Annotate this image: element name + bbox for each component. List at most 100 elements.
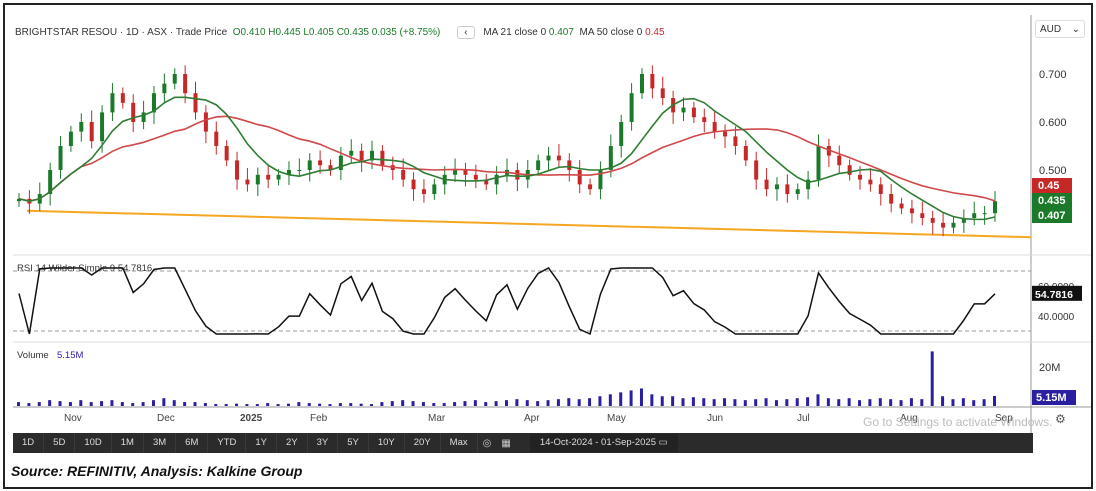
candle-body <box>930 218 935 223</box>
time-tick-label: 2025 <box>240 413 263 424</box>
volume-bar <box>100 401 104 406</box>
volume-bar <box>401 400 405 406</box>
period-button-3m[interactable]: 3M <box>144 433 177 453</box>
volume-bar <box>89 402 93 406</box>
candle-body <box>556 155 561 161</box>
ma21-line <box>18 96 996 221</box>
volume-bar <box>120 402 124 406</box>
interval: 1D <box>125 27 139 38</box>
candle-body <box>754 160 759 180</box>
time-tick-label: May <box>607 413 626 424</box>
volume-bar <box>515 399 519 406</box>
currency-value: AUD <box>1040 24 1062 35</box>
candle-body <box>203 112 208 132</box>
candle-body <box>993 201 997 214</box>
volume-bar <box>868 399 872 406</box>
volume-bar <box>484 402 488 406</box>
time-tick-label: Feb <box>310 413 328 424</box>
candle-body <box>619 122 624 146</box>
volume-bar <box>972 400 976 406</box>
period-button-5d[interactable]: 5D <box>44 433 76 453</box>
candle-body <box>795 189 800 194</box>
period-button-10d[interactable]: 10D <box>75 433 112 453</box>
period-button-max[interactable]: Max <box>441 433 478 453</box>
rsi-tick-label: 40.0000 <box>1038 312 1075 323</box>
volume-bar <box>224 404 228 406</box>
candle-body <box>411 179 416 190</box>
table-icon[interactable]: ▦ <box>496 438 515 449</box>
currency-select[interactable]: AUD ⌄ <box>1035 20 1085 38</box>
period-button-5y[interactable]: 5Y <box>338 433 369 453</box>
candle-body <box>712 122 717 132</box>
period-button-1d[interactable]: 1D <box>13 433 45 453</box>
candle-body <box>183 74 188 94</box>
volume-bar <box>463 401 467 406</box>
volume-bar <box>629 390 633 406</box>
candle-body <box>837 155 842 166</box>
volume-bar <box>183 402 187 406</box>
volume-bar <box>930 351 934 406</box>
candle-body <box>494 174 499 185</box>
rsi-value-label: 54.7816 <box>1035 289 1073 301</box>
volume-bar <box>961 398 965 406</box>
period-button-2y[interactable]: 2Y <box>277 433 308 453</box>
volume-bar <box>619 392 623 406</box>
period-button-3y[interactable]: 3Y <box>308 433 339 453</box>
chevron-left-icon[interactable]: ‹ <box>457 26 475 39</box>
volume-bar <box>307 403 311 406</box>
period-button-10y[interactable]: 10Y <box>369 433 405 453</box>
volume-bar <box>650 394 654 406</box>
candle-body <box>878 184 883 194</box>
volume-bar <box>951 399 955 406</box>
volume-bar <box>214 404 218 406</box>
volume-bar <box>878 398 882 406</box>
candle-body <box>318 160 323 166</box>
volume-bar <box>58 401 62 406</box>
volume-bar <box>245 404 249 406</box>
candle-body <box>214 131 219 146</box>
candle-body <box>349 150 354 156</box>
volume-bar <box>608 394 612 406</box>
candle-body <box>68 131 73 146</box>
settings-icon[interactable]: ⚙ <box>1055 412 1066 426</box>
candle-body <box>816 146 821 180</box>
activation-watermark: Go to Settings to activate Windows. <box>863 415 1053 429</box>
high-value: H0.445 <box>268 27 301 38</box>
candle-body <box>79 122 84 132</box>
time-tick-label: Dec <box>157 413 175 424</box>
volume-bar <box>349 403 353 406</box>
rsi-label: RSI 14 Wilder Simple 9 54.7816 <box>17 263 152 274</box>
candle-body <box>743 146 748 161</box>
candle-body <box>276 174 281 180</box>
ma50-label: MA 50 close 0 <box>579 27 643 38</box>
volume-bar <box>639 388 643 406</box>
candle-body <box>858 174 863 180</box>
volume-bar <box>203 403 207 406</box>
symbol-name: BRIGHTSTAR RESOU <box>15 27 118 38</box>
candle-body <box>567 160 572 170</box>
volume-bar <box>826 398 830 406</box>
volume-bar <box>993 395 996 406</box>
candle-body <box>723 131 728 137</box>
volume-bar <box>266 403 270 406</box>
settings-icon[interactable]: ◎ <box>478 438 497 449</box>
volume-label: Volume <box>17 350 49 361</box>
volume-bar <box>318 403 322 406</box>
period-button-1m[interactable]: 1M <box>112 433 144 453</box>
candle-body <box>629 93 634 122</box>
date-range-picker[interactable]: 14-Oct-2024 - 01-Sep-2025 ▭ <box>529 434 678 452</box>
candle-body <box>909 208 914 214</box>
volume-bar <box>691 397 695 406</box>
period-button-1y[interactable]: 1Y <box>246 433 277 453</box>
period-button-20y[interactable]: 20Y <box>405 433 441 453</box>
volume-bar <box>68 402 72 406</box>
candle-body <box>162 83 167 94</box>
ma21-value: 0.407 <box>548 27 574 38</box>
period-button-6m[interactable]: 6M <box>176 433 209 453</box>
candle-body <box>297 170 302 171</box>
candle-body <box>681 107 686 113</box>
volume-bar <box>920 399 924 406</box>
volume-bar <box>588 398 592 406</box>
time-tick-label: Mar <box>428 413 446 424</box>
period-button-ytd[interactable]: YTD <box>208 433 247 453</box>
